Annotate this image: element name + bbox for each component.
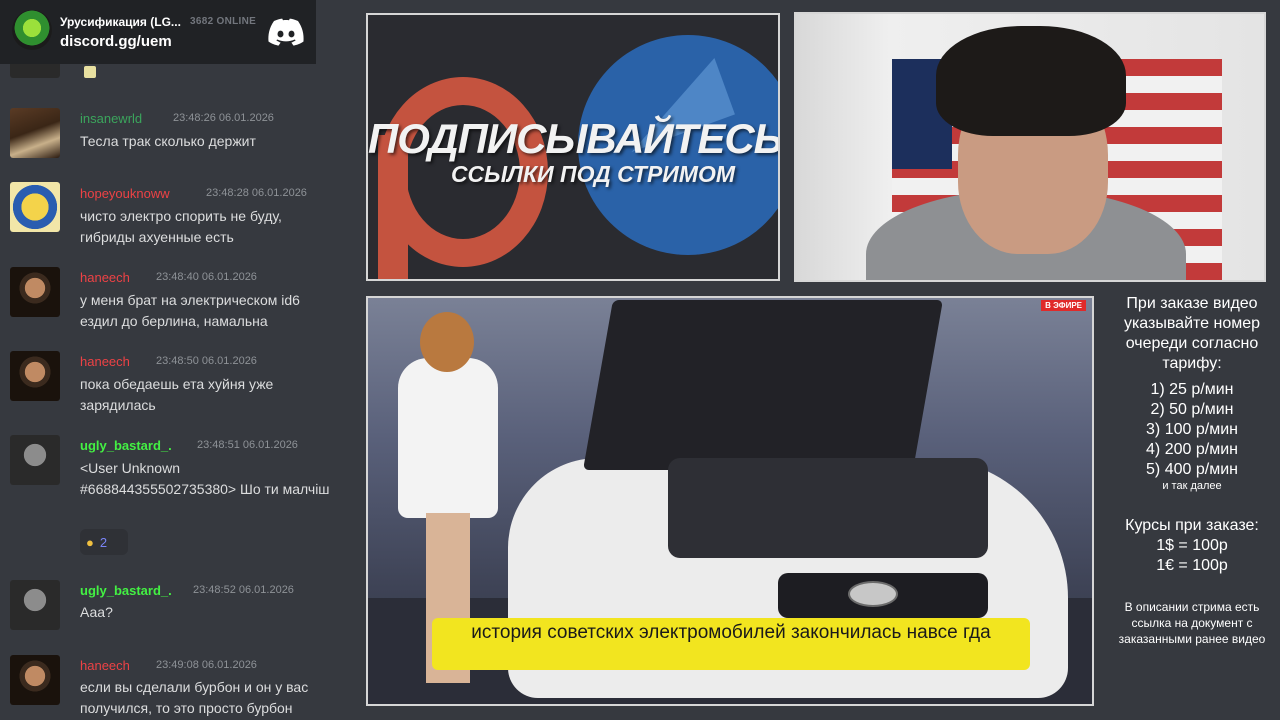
- message-text: Тесла трак сколько держит: [80, 133, 256, 149]
- message-text: <User Unknown #668844355502735380> Шо ти…: [80, 460, 330, 497]
- tariff-item: 3) 100 р/мин: [1146, 421, 1238, 438]
- avatar: [10, 267, 60, 317]
- live-badge: В ЭФИРЕ: [1041, 300, 1086, 311]
- message-timestamp: 23:48:28 06.01.2026: [206, 187, 307, 199]
- avatar: [10, 351, 60, 401]
- tariff-item: 2) 50 р/мин: [1150, 401, 1234, 418]
- message-timestamp: 23:48:26 06.01.2026: [173, 112, 274, 124]
- message-text: если вы сделали бурбон и он у вас получи…: [80, 679, 309, 716]
- message-timestamp: 23:48:52 06.01.2026: [193, 584, 294, 596]
- message-username[interactable]: haneech: [80, 270, 130, 285]
- webcam-feed: [794, 12, 1266, 282]
- online-count: 3682 ONLINE: [190, 16, 257, 27]
- message-username[interactable]: ugly_bastard_.: [80, 583, 172, 598]
- message-username[interactable]: haneech: [80, 658, 130, 673]
- rate-item: 1$ = 100р: [1156, 537, 1228, 554]
- avatar: [10, 182, 60, 232]
- video-subtitle: история советских электромобилей закончи…: [432, 618, 1030, 670]
- model-figure: [398, 358, 498, 518]
- description-note: В описании стрима есть ссылка на докумен…: [1118, 600, 1266, 646]
- server-name: Урусификация (LG...: [60, 15, 181, 29]
- message-text: у меня брат на электрическом id6 ездил д…: [80, 292, 300, 329]
- car-hood: [583, 300, 943, 470]
- sticker-icon: [84, 66, 96, 78]
- message-reaction[interactable]: ● 2: [80, 529, 128, 555]
- message-username[interactable]: ugly_bastard_.: [80, 438, 172, 453]
- message-text: пока обедаешь ета хуйня уже зарядилась: [80, 376, 274, 413]
- message-timestamp: 23:49:08 06.01.2026: [156, 659, 257, 671]
- discord-chat-panel: insanewrld 23:48:26 06.01.2026 Тесла тра…: [0, 0, 340, 720]
- message-timestamp: 23:48:51 06.01.2026: [197, 439, 298, 451]
- order-title: При заказе видео указывайте номер очеред…: [1123, 295, 1261, 372]
- reaction-count: 2: [99, 534, 108, 550]
- avatar: [10, 108, 60, 158]
- avatar: [10, 655, 60, 705]
- banner-title: ПОДПИСЫВАЙТЕСЬ: [368, 115, 780, 162]
- message-username[interactable]: hopeyouknoww: [80, 186, 170, 201]
- avatar: [10, 435, 60, 485]
- tariff-item: 1) 25 р/мин: [1150, 381, 1234, 398]
- message-text: чисто электро спорить не буду, гибриды а…: [80, 208, 282, 245]
- message-timestamp: 23:48:40 06.01.2026: [156, 271, 257, 283]
- discord-server-widget[interactable]: Урусификация (LG... 3682 ONLINE discord.…: [0, 0, 316, 64]
- rates-title: Курсы при заказе:: [1125, 517, 1259, 534]
- invite-link[interactable]: discord.gg/uem: [60, 33, 172, 50]
- message-text: Ааа?: [80, 604, 113, 620]
- discord-logo-icon: [268, 18, 304, 46]
- car-badge-icon: [848, 581, 898, 607]
- car-engine: [668, 458, 988, 558]
- tariff-item: 5) 400 р/мин: [1146, 461, 1238, 478]
- model-hair: [420, 312, 474, 372]
- emoji-icon: ●: [86, 534, 94, 550]
- tariff-etc: и так далее: [1162, 480, 1222, 492]
- subscribe-banner: ПОДПИСЫВАЙТЕСЬ ССЫЛКИ ПОД СТРИМОМ: [366, 13, 780, 281]
- message-timestamp: 23:48:50 06.01.2026: [156, 355, 257, 367]
- message-username[interactable]: haneech: [80, 354, 130, 369]
- banner-subtitle: ССЫЛКИ ПОД СТРИМОМ: [450, 161, 736, 187]
- server-icon: [12, 10, 52, 50]
- streamer-hair: [936, 26, 1126, 136]
- message-username[interactable]: insanewrld: [80, 111, 142, 126]
- tariff-item: 4) 200 р/мин: [1146, 441, 1238, 458]
- avatar: [10, 580, 60, 630]
- rate-item: 1€ = 100р: [1156, 557, 1228, 574]
- video-player[interactable]: В ЭФИРЕ история советских электромобилей…: [366, 296, 1094, 706]
- order-info-panel: При заказе видео указывайте номер очеред…: [1104, 294, 1280, 647]
